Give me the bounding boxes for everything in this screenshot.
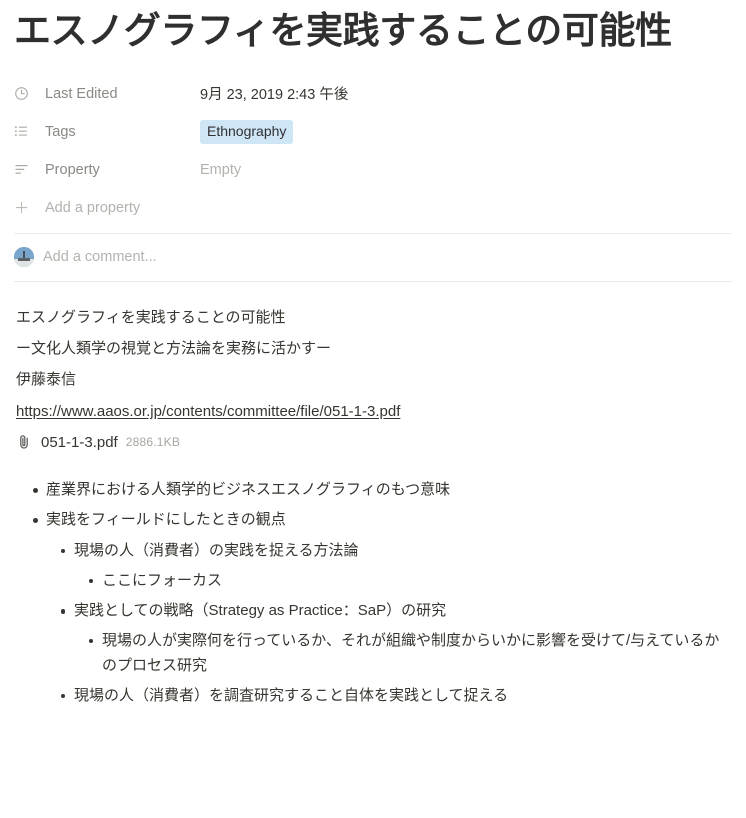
list-item-text[interactable]: 現場の人（消費者）を調査研究すること自体を実践として捉える: [74, 684, 732, 708]
add-property-button[interactable]: Add a property: [14, 189, 732, 227]
user-avatar: [14, 246, 34, 267]
property-value-last-edited[interactable]: 9月 23, 2019 2:43 午後: [200, 83, 348, 104]
list-item[interactable]: 現場の人（消費者）の実践を捉える方法論: [14, 536, 732, 566]
content-paragraph-1[interactable]: エスノグラフィを実践することの可能性: [14, 302, 732, 333]
list-item-text[interactable]: 現場の人（消費者）の実践を捉える方法論: [74, 539, 732, 563]
status-badge[interactable]: Ethnography: [200, 120, 294, 144]
pdf-source-link[interactable]: https://www.aaos.or.jp/contents/committe…: [16, 403, 400, 420]
plus-icon: [14, 200, 36, 215]
file-attachment[interactable]: 051-1-3.pdf 2886.1KB: [14, 427, 732, 457]
bullet-marker: [52, 539, 74, 553]
property-label-last-edited: Last Edited: [45, 85, 118, 102]
bullet-marker: [52, 684, 74, 699]
list-item[interactable]: ここにフォーカス: [14, 566, 732, 596]
property-value-tags[interactable]: Ethnography: [200, 120, 294, 144]
list-item-text[interactable]: 現場の人が実際何を行っているか、それが組織や制度からいかに影響を受けて/与えてい…: [102, 629, 732, 678]
bulleted-list-icon: [14, 124, 36, 139]
property-row-property[interactable]: Property Empty: [14, 151, 732, 189]
bulleted-list: 産業界における人類学的ビジネスエスノグラフィのもつ意味 実践をフィールドにしたと…: [14, 475, 732, 711]
paperclip-icon: [16, 434, 38, 450]
list-item[interactable]: 現場の人が実際何を行っているか、それが組織や制度からいかに影響を受けて/与えてい…: [14, 626, 732, 681]
list-item-text[interactable]: 実践としての戦略（Strategy as Practice：SaP）の研究: [74, 599, 732, 623]
property-row-last-edited[interactable]: Last Edited 9月 23, 2019 2:43 午後: [14, 75, 732, 113]
list-item[interactable]: 実践をフィールドにしたときの観点: [14, 505, 732, 535]
file-name[interactable]: 051-1-3.pdf: [38, 434, 118, 451]
property-label-property: Property: [45, 161, 100, 178]
bullet-marker: [24, 508, 46, 524]
bullet-marker: [52, 599, 74, 614]
clock-icon: [14, 86, 36, 101]
list-item[interactable]: 現場の人（消費者）を調査研究すること自体を実践として捉える: [14, 681, 732, 711]
property-value-property[interactable]: Empty: [200, 162, 241, 178]
bullet-marker: [24, 478, 46, 493]
note-page: エスノグラフィを実践することの可能性 Last Edited 9月 23, 20…: [0, 10, 746, 711]
content-paragraph-3[interactable]: 伊藤泰信: [14, 364, 732, 395]
property-list: Last Edited 9月 23, 2019 2:43 午後 Tags Eth…: [14, 75, 732, 282]
add-property-label: Add a property: [45, 199, 141, 216]
add-comment-placeholder[interactable]: Add a comment...: [34, 249, 157, 265]
add-comment-row[interactable]: Add a comment...: [14, 234, 732, 278]
list-item[interactable]: 産業界における人類学的ビジネスエスノグラフィのもつ意味: [14, 475, 732, 505]
file-size: 2886.1KB: [125, 435, 181, 450]
bullet-marker: [80, 629, 102, 644]
text-lines-icon: [14, 162, 36, 177]
content-paragraph-2[interactable]: ー文化人類学の視覚と方法論を実務に活かすー: [14, 333, 732, 364]
page-content: エスノグラフィを実践することの可能性 ー文化人類学の視覚と方法論を実務に活かすー…: [14, 282, 732, 711]
content-link-paragraph[interactable]: https://www.aaos.or.jp/contents/committe…: [14, 396, 732, 427]
list-item-text[interactable]: 実践をフィールドにしたときの観点: [46, 508, 732, 532]
property-label-tags: Tags: [45, 123, 76, 140]
property-row-tags[interactable]: Tags Ethnography: [14, 113, 732, 151]
list-item-text[interactable]: ここにフォーカス: [102, 569, 732, 593]
list-item[interactable]: 実践としての戦略（Strategy as Practice：SaP）の研究: [14, 596, 732, 626]
list-item-text[interactable]: 産業界における人類学的ビジネスエスノグラフィのもつ意味: [46, 478, 732, 502]
bullet-marker: [80, 569, 102, 583]
page-title[interactable]: エスノグラフィを実践することの可能性: [14, 10, 714, 53]
